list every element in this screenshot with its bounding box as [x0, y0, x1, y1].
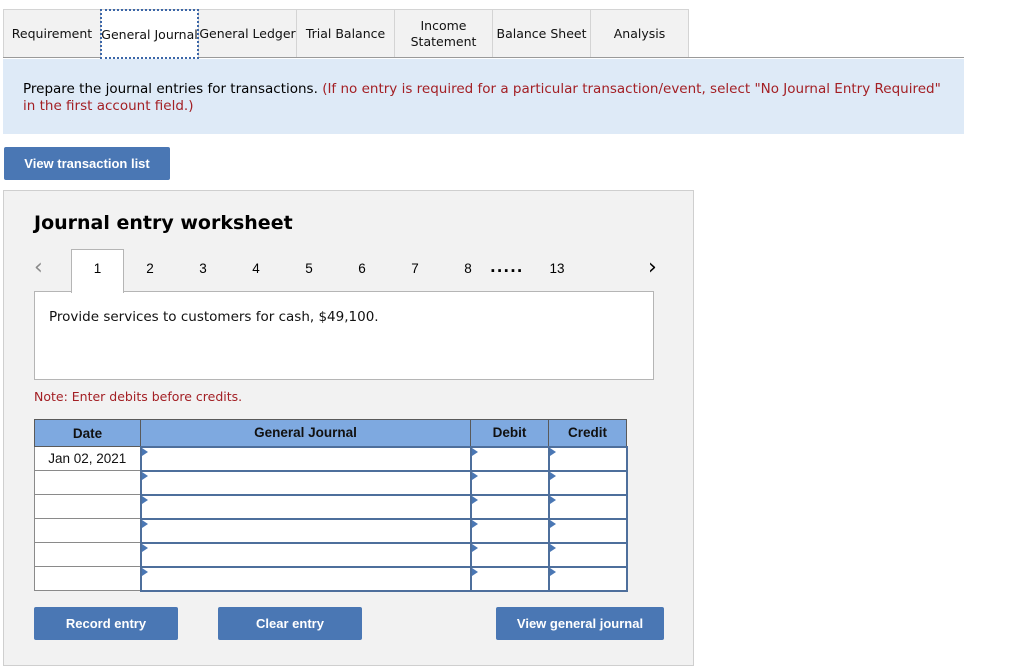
table-row — [34, 493, 628, 520]
journal-table: Date General Journal Debit Credit Jan 02… — [34, 419, 628, 592]
header-general-journal: General Journal — [140, 419, 471, 447]
debit-input[interactable] — [469, 565, 550, 592]
debit-field[interactable] — [471, 495, 548, 518]
chevron-right-icon[interactable]: › — [648, 255, 657, 280]
page-13[interactable]: 13 — [547, 261, 567, 276]
account-input[interactable] — [139, 541, 472, 568]
instruction-text: Prepare the journal entries for transact… — [23, 81, 318, 97]
table-row — [34, 565, 628, 592]
credit-field[interactable] — [549, 447, 626, 470]
debit-input[interactable] — [469, 541, 550, 568]
view-general-journal-button[interactable]: View general journal — [496, 607, 664, 640]
date-cell — [34, 470, 141, 495]
worksheet-title: Journal entry worksheet — [34, 212, 293, 234]
table-row — [34, 541, 628, 568]
account-field[interactable] — [141, 447, 470, 470]
page-5[interactable]: 5 — [299, 261, 319, 276]
transaction-description: Provide services to customers for cash, … — [34, 291, 654, 380]
credit-input[interactable] — [547, 565, 628, 592]
tab-general-journal[interactable]: General Journal — [100, 9, 199, 59]
debit-field[interactable] — [471, 543, 548, 566]
tab-income-statement[interactable]: Income Statement — [394, 9, 493, 58]
debit-field[interactable] — [471, 447, 548, 470]
journal-entry-worksheet: Journal entry worksheet ‹ 1 2 3 4 5 6 7 … — [3, 190, 694, 666]
header-date: Date — [34, 419, 141, 447]
page-ellipsis: ..... — [490, 258, 524, 276]
account-field[interactable] — [141, 543, 470, 566]
table-row: Jan 02, 2021 — [34, 445, 628, 472]
table-row — [34, 469, 628, 496]
date-cell: Jan 02, 2021 — [34, 446, 141, 471]
page-4[interactable]: 4 — [246, 261, 266, 276]
date-cell — [34, 542, 141, 567]
account-input[interactable] — [139, 469, 472, 496]
account-field[interactable] — [141, 495, 470, 518]
date-cell — [34, 494, 141, 519]
tab-analysis[interactable]: Analysis — [590, 9, 689, 58]
transaction-pager: ‹ 1 2 3 4 5 6 7 8 ..... 13 › — [4, 249, 693, 293]
page-6[interactable]: 6 — [352, 261, 372, 276]
account-field[interactable] — [141, 519, 470, 542]
credit-input[interactable] — [547, 445, 628, 472]
credit-field[interactable] — [549, 543, 626, 566]
credit-field[interactable] — [549, 495, 626, 518]
debit-field[interactable] — [471, 519, 548, 542]
credit-field[interactable] — [549, 519, 626, 542]
tab-trial-balance[interactable]: Trial Balance — [296, 9, 395, 58]
debit-input[interactable] — [469, 445, 550, 472]
credit-field[interactable] — [549, 471, 626, 494]
record-entry-button[interactable]: Record entry — [34, 607, 178, 640]
date-cell — [34, 566, 141, 591]
chevron-left-icon[interactable]: ‹ — [34, 255, 43, 280]
debit-input[interactable] — [469, 469, 550, 496]
account-input[interactable] — [139, 517, 472, 544]
credit-field[interactable] — [549, 567, 626, 590]
tab-balance-sheet[interactable]: Balance Sheet — [492, 9, 591, 58]
account-input[interactable] — [139, 565, 472, 592]
table-row — [34, 517, 628, 544]
debit-field[interactable] — [471, 567, 548, 590]
account-field[interactable] — [141, 471, 470, 494]
tab-bar: Requirement General Journal General Ledg… — [3, 9, 689, 59]
clear-entry-button[interactable]: Clear entry — [218, 607, 362, 640]
debit-field[interactable] — [471, 471, 548, 494]
account-input[interactable] — [139, 493, 472, 520]
credit-input[interactable] — [547, 469, 628, 496]
account-input[interactable] — [139, 445, 472, 472]
date-cell — [34, 518, 141, 543]
page-2[interactable]: 2 — [140, 261, 160, 276]
header-debit: Debit — [470, 419, 549, 447]
credit-input[interactable] — [547, 517, 628, 544]
page-8[interactable]: 8 — [458, 261, 478, 276]
account-field[interactable] — [141, 567, 470, 590]
view-transaction-list-button[interactable]: View transaction list — [4, 147, 170, 180]
debit-input[interactable] — [469, 493, 550, 520]
page-3[interactable]: 3 — [193, 261, 213, 276]
credit-input[interactable] — [547, 541, 628, 568]
credit-input[interactable] — [547, 493, 628, 520]
tab-general-ledger[interactable]: General Ledger — [198, 9, 297, 58]
instruction-box: Prepare the journal entries for transact… — [3, 59, 964, 134]
tab-requirement[interactable]: Requirement — [3, 9, 101, 58]
page-1[interactable]: 1 — [71, 249, 124, 293]
debit-credit-note: Note: Enter debits before credits. — [34, 389, 243, 404]
header-credit: Credit — [548, 419, 627, 447]
page-7[interactable]: 7 — [405, 261, 425, 276]
debit-input[interactable] — [469, 517, 550, 544]
